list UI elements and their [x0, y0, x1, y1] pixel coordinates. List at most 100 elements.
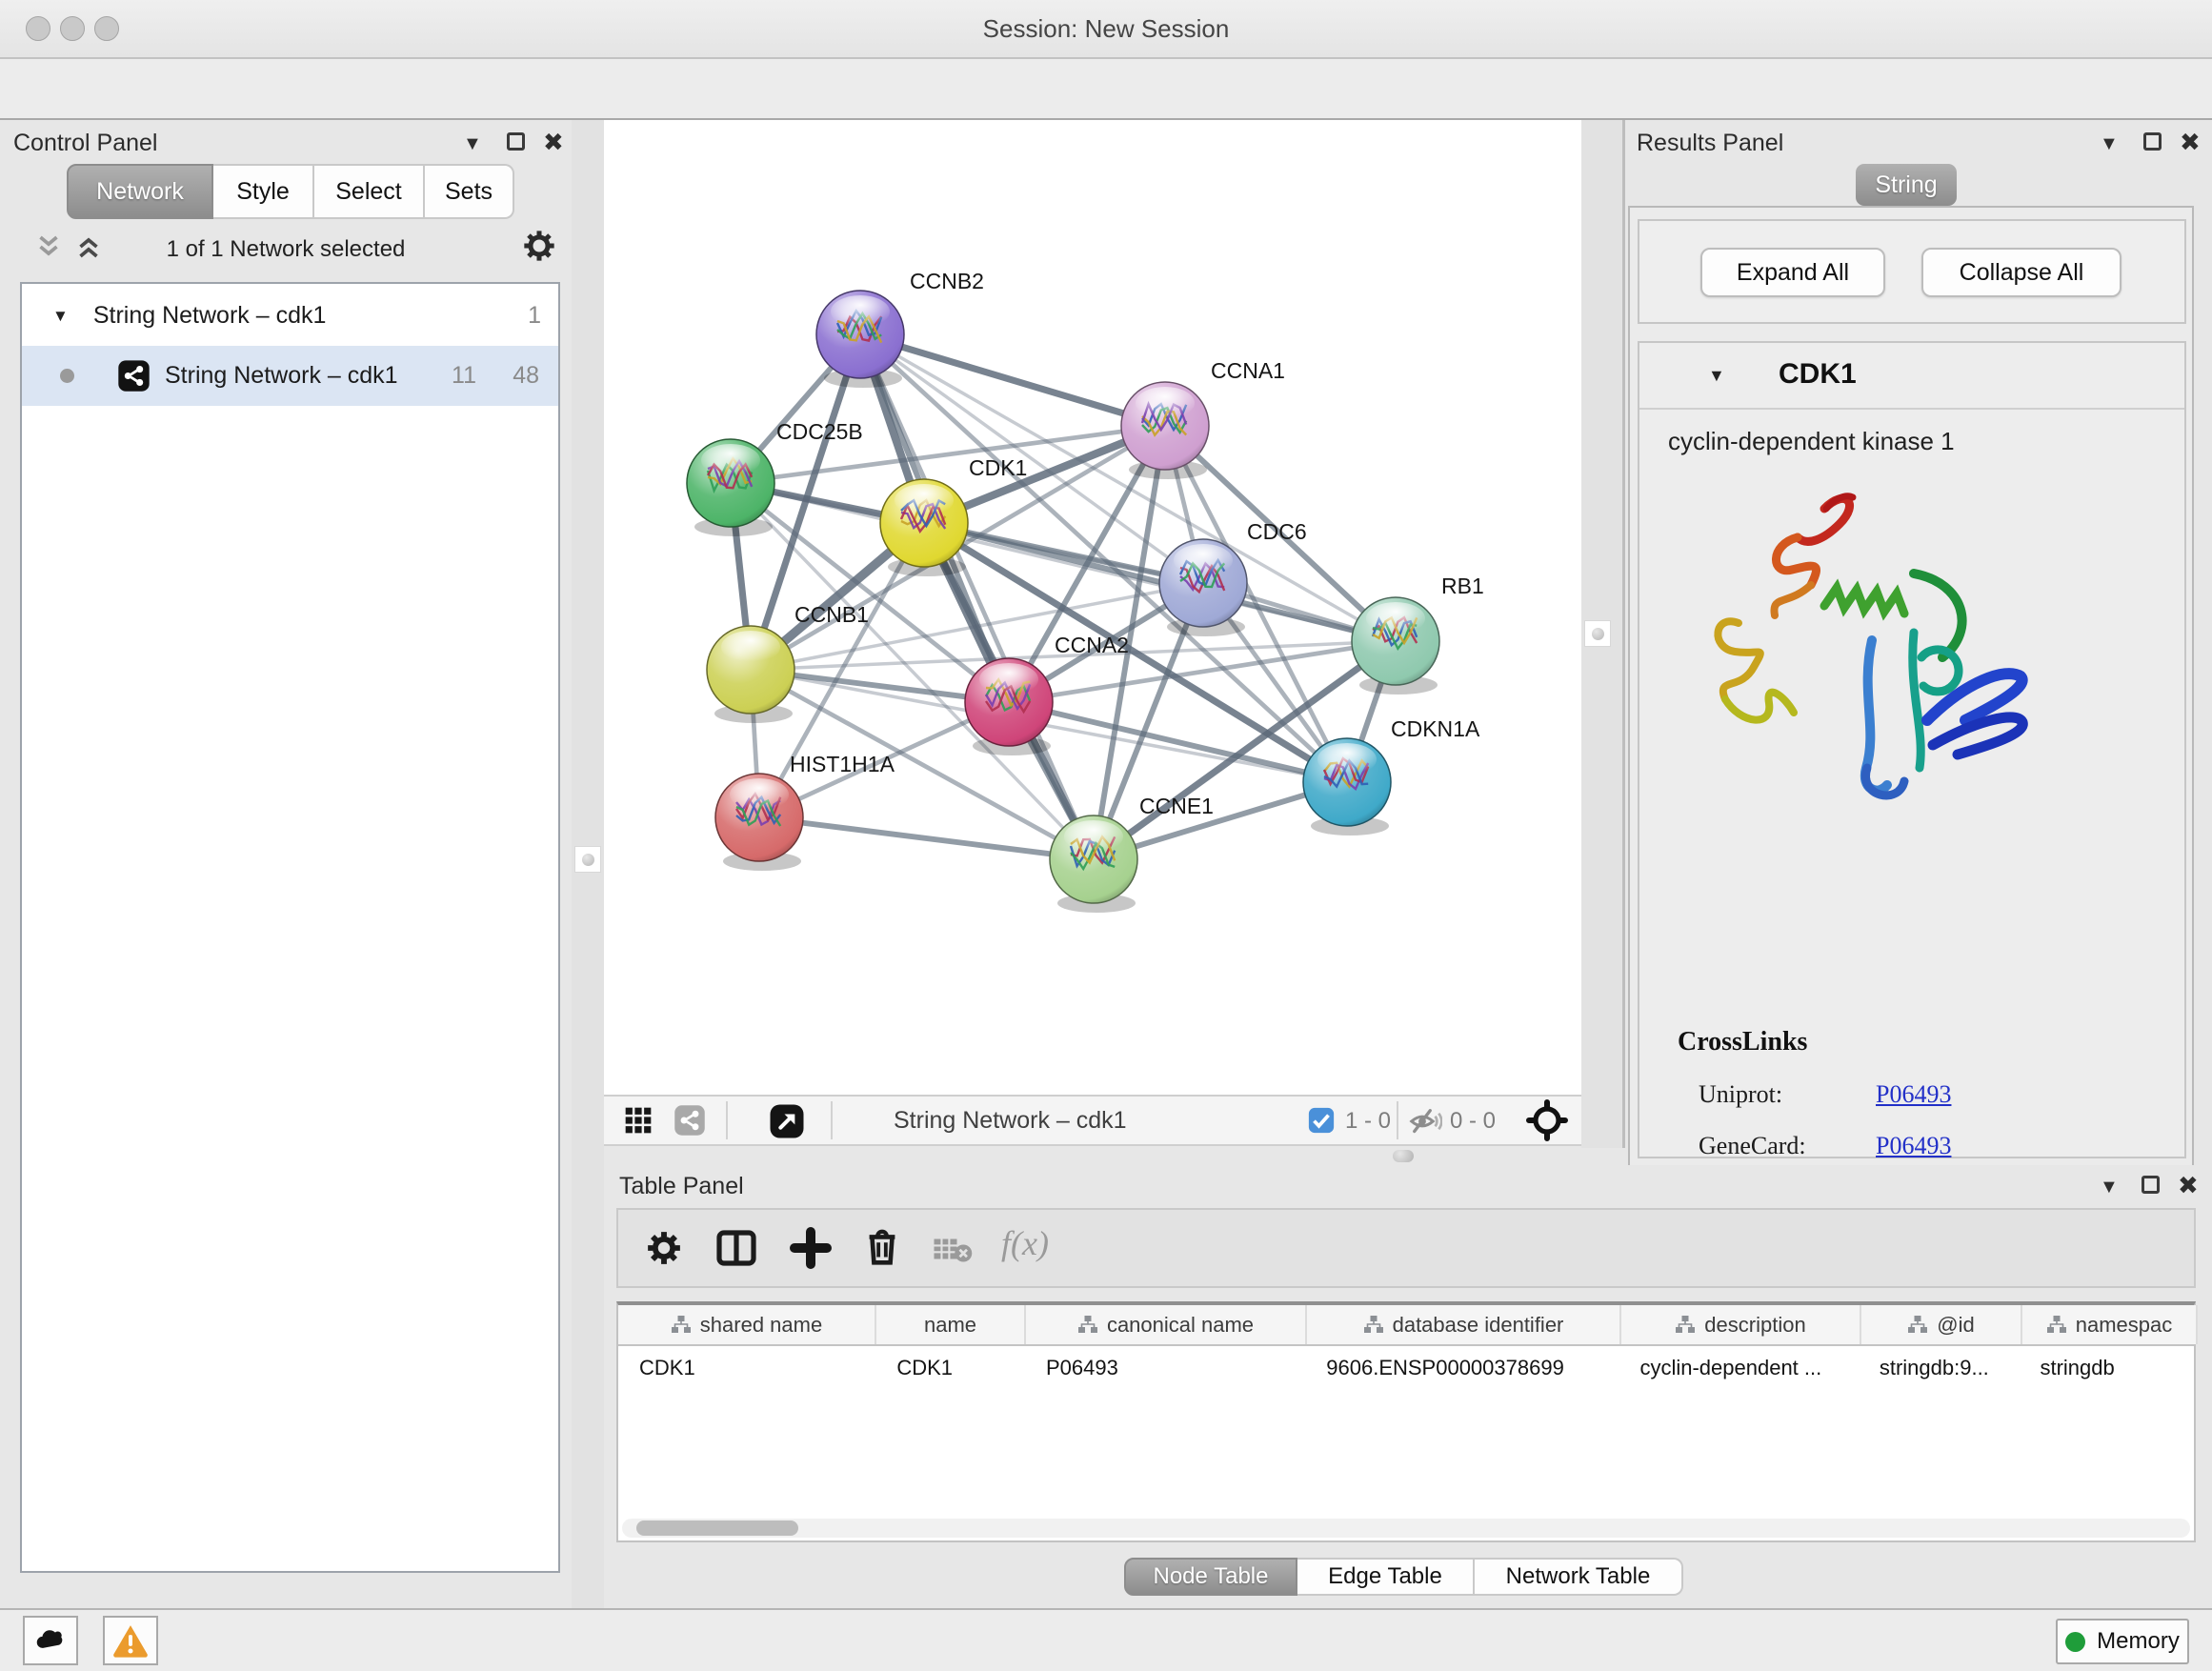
cloud-status-button[interactable] [23, 1616, 78, 1665]
network-edge[interactable] [860, 334, 1094, 859]
grid-view-icon[interactable] [623, 1105, 654, 1136]
network-edge-count: 48 [513, 362, 539, 390]
column-header-label: name [924, 1313, 976, 1338]
memory-status-icon [2065, 1632, 2085, 1652]
network-collection-row[interactable]: ▼ String Network – cdk1 1 [22, 286, 558, 346]
shared-column-icon [1077, 1315, 1098, 1336]
tab-network-table[interactable]: Network Table [1475, 1558, 1683, 1596]
table-options-gear-icon[interactable] [643, 1227, 685, 1269]
column-header-shared-name[interactable]: shared name [618, 1305, 876, 1344]
warning-status-button[interactable] [103, 1616, 158, 1665]
table-toolbar: f(x) [616, 1208, 2196, 1288]
crosslink-row: Uniprot:P06493 [1699, 1069, 2175, 1120]
network-selected-info: 1 of 1 Network selected [0, 236, 572, 263]
gene-header-row[interactable]: ▼ CDK1 [1639, 343, 2184, 410]
network-node-ccne1[interactable] [1050, 815, 1137, 913]
column-header-label: description [1704, 1313, 1805, 1338]
tab-edge-table[interactable]: Edge Table [1297, 1558, 1475, 1596]
table-panel-menu-icon[interactable]: ▼ [2100, 1177, 2119, 1198]
collection-disclosure-icon[interactable]: ▼ [52, 307, 69, 326]
network-node-cdkn1a[interactable] [1303, 738, 1391, 836]
selected-checkbox-icon[interactable] [1307, 1106, 1336, 1135]
function-builder-icon[interactable]: f(x) [1001, 1223, 1049, 1263]
tab-sets[interactable]: Sets [425, 164, 514, 219]
tab-network[interactable]: Network [67, 164, 213, 219]
table-hscrollbar-thumb[interactable] [636, 1520, 798, 1536]
shared-column-icon [1363, 1315, 1384, 1336]
tab-select[interactable]: Select [314, 164, 425, 219]
network-node-cdk1[interactable] [880, 479, 968, 576]
network-node-ccna1[interactable] [1121, 382, 1209, 479]
column-header-label: database identifier [1393, 1313, 1564, 1338]
results-panel-menu-icon[interactable]: ▼ [2100, 133, 2119, 155]
crosslinks-title: CrossLinks [1678, 1027, 1807, 1057]
table-row[interactable]: CDK1CDK1P064939606.ENSP00000378699cyclin… [618, 1344, 2194, 1389]
results-tab-string[interactable]: String [1856, 164, 1957, 206]
network-graph[interactable]: CCNB2CCNA1CDC25BCDK1CDC6RB1CCNB1CCNA2CDK… [604, 120, 1581, 1095]
table-cell[interactable]: stringdb:9... [1859, 1346, 2020, 1389]
network-row-selected[interactable]: String Network – cdk1 11 48 [22, 346, 558, 406]
network-row-label: String Network – cdk1 [165, 362, 398, 390]
birds-eye-view-icon[interactable] [1524, 1097, 1570, 1143]
table-hscrollbar-track[interactable] [622, 1519, 2190, 1538]
tab-node-table[interactable]: Node Table [1124, 1558, 1297, 1596]
column-header--id[interactable]: @id [1861, 1305, 2022, 1344]
column-header-database-identifier[interactable]: database identifier [1307, 1305, 1621, 1344]
table-cell[interactable]: P06493 [1025, 1346, 1305, 1389]
column-header-canonical-name[interactable]: canonical name [1026, 1305, 1307, 1344]
column-header-label: namespac [2076, 1313, 2173, 1338]
crosslink-value-link[interactable]: P06493 [1876, 1132, 1951, 1160]
network-edge[interactable] [759, 817, 1094, 859]
table-cell[interactable]: cyclin-dependent ... [1619, 1346, 1858, 1389]
control-panel-close-icon[interactable]: ✖ [543, 128, 564, 157]
delete-column-trash-icon[interactable] [860, 1225, 904, 1269]
gene-symbol: CDK1 [1779, 358, 1857, 391]
column-header-namespac[interactable]: namespac [2022, 1305, 2198, 1344]
column-header-label: shared name [700, 1313, 822, 1338]
node-label-ccne1: CCNE1 [1139, 794, 1214, 818]
table-cell[interactable]: CDK1 [618, 1346, 875, 1389]
crosslink-value-link[interactable]: P06493 [1876, 1080, 1951, 1109]
node-table: shared name name canonical name database id… [616, 1301, 2196, 1542]
network-thumbnail-icon[interactable] [673, 1103, 707, 1137]
network-node-cdc25b[interactable] [687, 439, 774, 536]
table-panel-float-icon[interactable] [2142, 1176, 2160, 1194]
selected-count: 1 - 0 [1345, 1108, 1391, 1135]
column-header-name[interactable]: name [876, 1305, 1026, 1344]
protein-structure-image [1681, 480, 2053, 833]
network-edge[interactable] [860, 334, 1165, 426]
shared-column-icon [671, 1315, 692, 1336]
table-cell[interactable]: CDK1 [875, 1346, 1025, 1389]
add-column-icon[interactable] [788, 1225, 834, 1271]
right-splitter-handle[interactable] [1584, 620, 1611, 647]
left-splitter-handle[interactable] [574, 846, 601, 873]
cloud-icon [32, 1622, 69, 1659]
network-node-hist1h1a[interactable] [715, 774, 803, 871]
string-network-icon [116, 358, 151, 393]
network-node-rb1[interactable] [1352, 597, 1439, 695]
node-label-ccna2: CCNA2 [1055, 633, 1129, 657]
network-node-ccnb1[interactable] [707, 626, 794, 723]
hidden-eye-slash-icon[interactable] [1408, 1104, 1442, 1138]
network-options-gear-icon[interactable] [520, 227, 558, 265]
show-columns-icon[interactable] [714, 1225, 759, 1271]
results-panel-close-icon[interactable]: ✖ [2180, 128, 2201, 157]
results-panel-float-icon[interactable] [2143, 132, 2162, 151]
expand-all-button[interactable]: Expand All [1700, 248, 1885, 297]
column-header-description[interactable]: description [1621, 1305, 1861, 1344]
table-panel-close-icon[interactable]: ✖ [2178, 1171, 2199, 1200]
control-panel-menu-icon[interactable]: ▼ [463, 133, 482, 155]
table-cell[interactable]: stringdb [2019, 1346, 2194, 1389]
delete-table-icon[interactable] [933, 1235, 973, 1263]
horizontal-splitter-handle[interactable] [1393, 1150, 1414, 1162]
memory-button[interactable]: Memory [2056, 1619, 2189, 1664]
node-label-cdc25b: CDC25B [776, 419, 863, 444]
table-cell[interactable]: 9606.ENSP00000378699 [1305, 1346, 1619, 1389]
control-panel-float-icon[interactable] [507, 132, 525, 151]
node-label-cdkn1a: CDKN1A [1391, 716, 1480, 741]
collapse-all-button[interactable]: Collapse All [1921, 248, 2122, 297]
open-view-icon[interactable] [768, 1102, 806, 1140]
tab-style[interactable]: Style [213, 164, 314, 219]
network-view-title: String Network – cdk1 [894, 1107, 1127, 1135]
gene-disclosure-icon[interactable]: ▼ [1708, 366, 1725, 386]
